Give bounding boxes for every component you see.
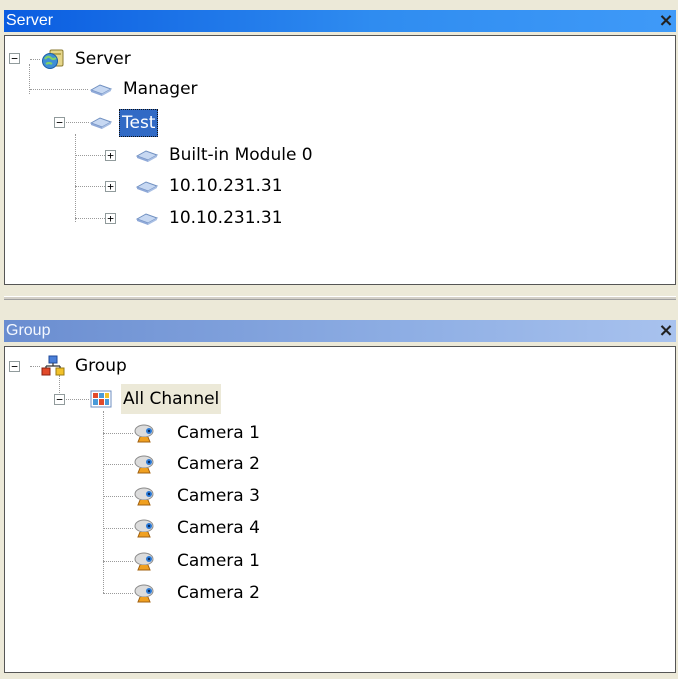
tree-node-label: All Channel (121, 384, 222, 414)
tree-node-label: Camera 2 (177, 583, 260, 603)
server-panel: Server × − Server Manager − Test + Built… (0, 0, 678, 290)
server-panel-close-button[interactable]: × (656, 10, 676, 32)
group-collapse-toggle[interactable]: − (9, 361, 20, 372)
group-tree[interactable]: − Group − All Channel Camera 1 Camera 2 … (4, 346, 676, 673)
expand-toggle[interactable]: + (105, 181, 116, 192)
network-group-icon (41, 355, 65, 376)
tree-node-label: 10.10.231.31 (169, 208, 283, 228)
tree-node-label: Camera 4 (177, 518, 260, 538)
module-icon (135, 150, 159, 162)
expand-toggle[interactable]: + (105, 150, 116, 161)
camera-icon (134, 424, 154, 443)
tree-node-label: Built-in Module 0 (169, 145, 313, 165)
tree-node-label: Camera 2 (177, 454, 260, 474)
camera-icon (134, 552, 154, 571)
camera-icon (134, 487, 154, 506)
channel-grid-icon (90, 390, 112, 408)
tree-node-label: Camera 1 (177, 423, 260, 443)
tree-node-label: Server (75, 49, 131, 69)
all-channel-collapse-toggle[interactable]: − (54, 394, 65, 405)
camera-icon (134, 455, 154, 474)
module-icon (89, 117, 113, 129)
group-panel-close-button[interactable]: × (656, 320, 676, 342)
tree-node-label: Manager (123, 79, 198, 99)
tree-node-label-selected: Test (119, 109, 159, 137)
server-panel-title: Server (6, 12, 54, 29)
tree-node-label: Camera 1 (177, 551, 260, 571)
server-globe-icon (42, 49, 64, 69)
server-collapse-toggle[interactable]: − (9, 53, 20, 64)
tree-node-label: Camera 3 (177, 486, 260, 506)
group-panel-title: Group (6, 322, 51, 339)
expand-toggle[interactable]: + (105, 213, 116, 224)
group-panel-titlebar[interactable]: Group (4, 320, 676, 342)
module-icon (89, 84, 113, 96)
server-tree[interactable]: − Server Manager − Test + Built-in Modul… (4, 35, 676, 285)
tree-node-label: Group (75, 356, 127, 376)
tree-node-label: 10.10.231.31 (169, 176, 283, 196)
camera-icon (134, 519, 154, 538)
module-icon (135, 213, 159, 225)
group-panel: Group × − Group − All Channel Camera 1 C… (0, 312, 678, 679)
test-collapse-toggle[interactable]: − (54, 117, 65, 128)
panel-splitter[interactable] (0, 290, 678, 312)
module-icon (135, 181, 159, 193)
camera-icon (134, 584, 154, 603)
server-panel-titlebar[interactable]: Server (4, 10, 676, 32)
